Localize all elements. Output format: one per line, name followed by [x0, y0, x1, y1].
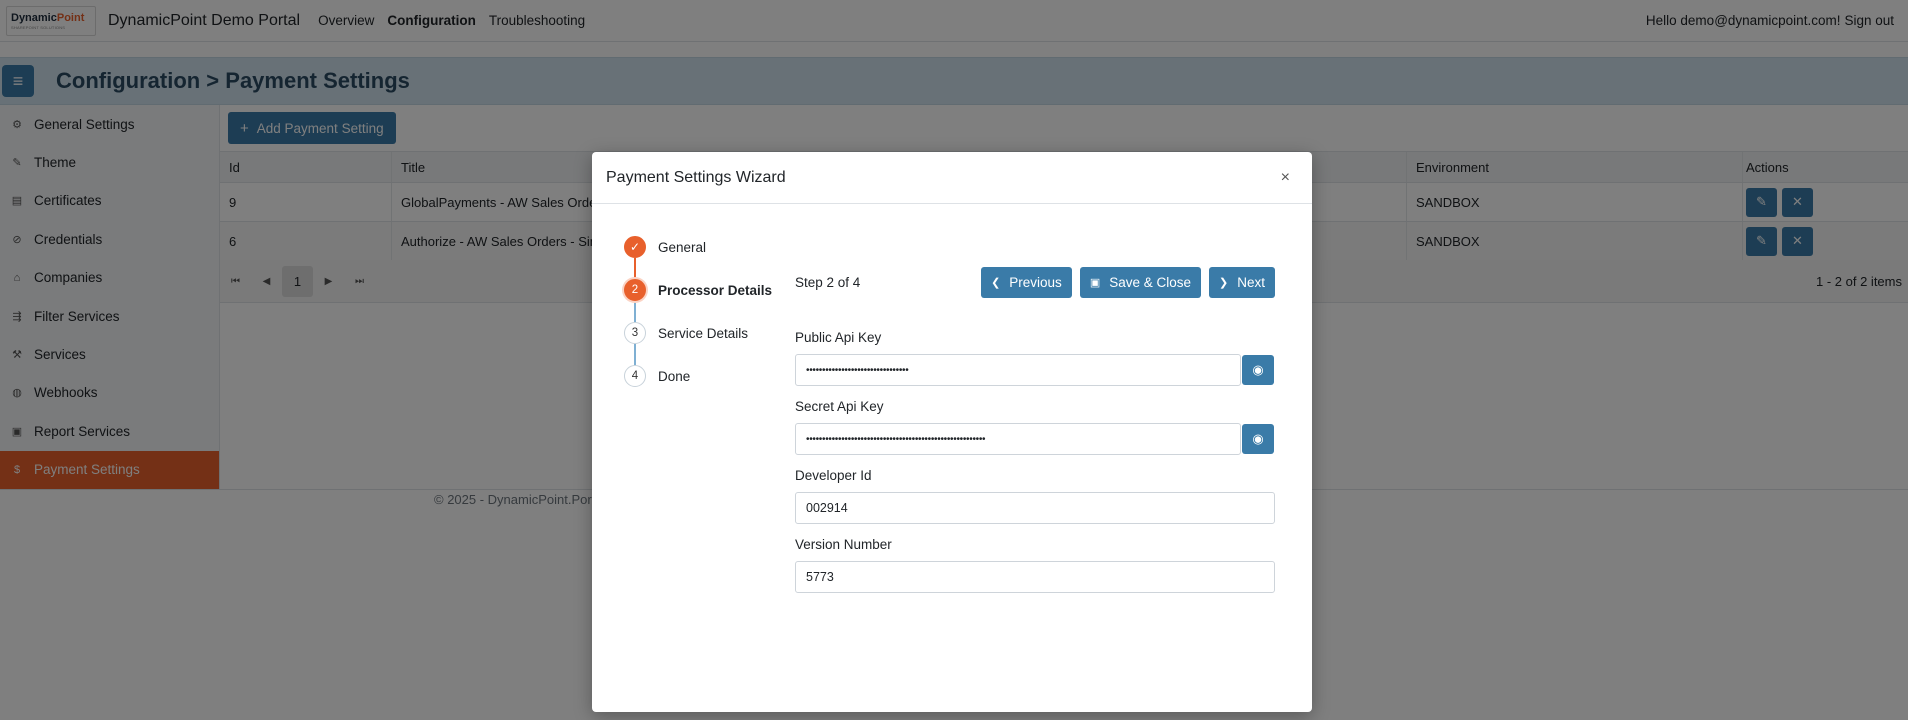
step-processor-details[interactable]: 2 Processor Details — [624, 279, 772, 301]
step-connector — [634, 301, 636, 322]
public-api-key-field[interactable]: •••••••••••••••••••••••••••••••• — [795, 354, 1241, 386]
step-label: Service Details — [658, 325, 749, 341]
secret-api-key-label: Secret Api Key — [795, 399, 884, 414]
public-api-key-label: Public Api Key — [795, 330, 882, 345]
wizard-buttons: ❮ Previous ▣ Save & Close ❯ Next — [973, 266, 1275, 298]
reveal-public-key-button[interactable]: ◉ — [1242, 355, 1274, 385]
chevron-right-icon: ❯ — [1219, 276, 1229, 289]
modal-title: Payment Settings Wizard — [606, 168, 786, 186]
close-icon[interactable]: × — [1281, 169, 1290, 187]
wizard-step-bar: Step 2 of 4 ❮ Previous ▣ Save & Close ❯ … — [795, 266, 1275, 298]
next-button[interactable]: ❯ Next — [1209, 266, 1275, 298]
step-number: 4 — [624, 365, 646, 387]
step-label: General — [658, 239, 707, 255]
modal-header: Payment Settings Wizard × — [592, 152, 1312, 204]
save-icon: ▣ — [1089, 276, 1101, 289]
check-icon: ✓ — [624, 236, 646, 258]
developer-id-label: Developer Id — [795, 468, 872, 483]
version-number-label: Version Number — [795, 537, 892, 552]
step-service-details[interactable]: 3 Service Details — [624, 322, 748, 344]
step-connector — [634, 344, 636, 365]
next-label: Next — [1237, 274, 1265, 290]
developer-id-field[interactable]: 002914 — [795, 492, 1275, 524]
step-connector — [634, 258, 636, 279]
version-number-field[interactable]: 5773 — [795, 561, 1275, 593]
save-close-button[interactable]: ▣ Save & Close — [1079, 266, 1202, 298]
payment-settings-wizard-modal: Payment Settings Wizard × ✓ General 2 Pr… — [592, 152, 1312, 712]
step-label: Processor Details — [658, 282, 773, 298]
step-number: 3 — [624, 322, 646, 344]
step-general[interactable]: ✓ General — [624, 236, 706, 258]
chevron-left-icon: ❮ — [991, 276, 1001, 289]
step-done[interactable]: 4 Done — [624, 365, 690, 387]
step-counter: Step 2 of 4 — [795, 274, 861, 290]
save-close-label: Save & Close — [1109, 274, 1192, 290]
previous-button[interactable]: ❮ Previous — [981, 266, 1072, 298]
eye-icon: ◉ — [1252, 431, 1264, 446]
step-label: Done — [658, 368, 691, 384]
previous-label: Previous — [1009, 274, 1062, 290]
eye-icon: ◉ — [1252, 362, 1264, 377]
secret-api-key-field[interactable]: ••••••••••••••••••••••••••••••••••••••••… — [795, 423, 1241, 455]
reveal-secret-key-button[interactable]: ◉ — [1242, 424, 1274, 454]
step-number: 2 — [624, 279, 646, 301]
